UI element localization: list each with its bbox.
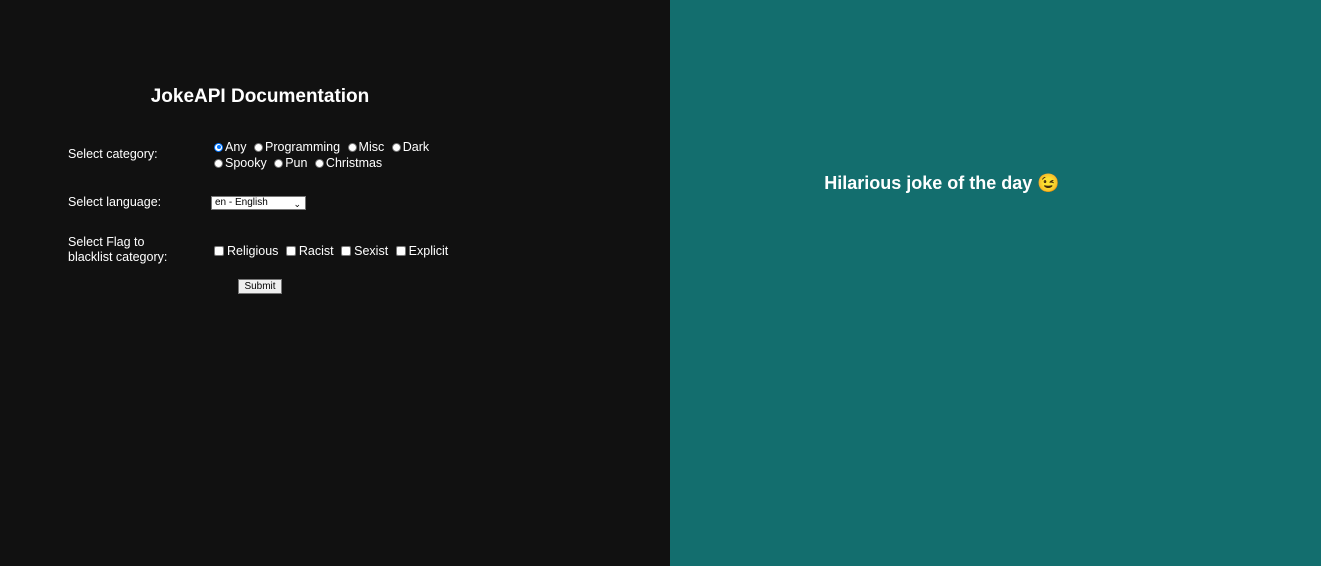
- language-label: Select language:: [68, 195, 162, 209]
- category-option-programming[interactable]: Programming: [254, 139, 340, 155]
- radio-misc[interactable]: [347, 142, 357, 152]
- radio-christmas[interactable]: [314, 158, 324, 168]
- language-select[interactable]: en - English ⌄: [211, 196, 306, 210]
- blacklist-flags-label: Select Flag to blacklist category:: [68, 235, 168, 264]
- category-label: Select category:: [68, 147, 158, 161]
- checkbox-label: Religious: [227, 244, 279, 258]
- flag-option-racist[interactable]: Racist: [285, 243, 334, 259]
- checkbox-label: Racist: [298, 244, 334, 258]
- page-title: JokeAPI Documentation: [150, 86, 370, 107]
- checkbox-religious[interactable]: [214, 246, 224, 256]
- radio-label: Misc: [358, 140, 385, 154]
- joke-panel: Hilarious joke of the day 😉: [670, 0, 1321, 566]
- radio-label: Programming: [265, 140, 341, 154]
- category-option-spooky[interactable]: Spooky: [214, 155, 267, 171]
- submit-button[interactable]: Submit: [238, 279, 282, 294]
- flag-option-religious[interactable]: Religious: [214, 243, 278, 259]
- chevron-down-icon: ⌄: [293, 199, 301, 209]
- checkbox-label: Explicit: [408, 244, 449, 258]
- radio-dark[interactable]: [391, 142, 401, 152]
- checkbox-racist[interactable]: [285, 246, 296, 256]
- checkbox-sexist[interactable]: [341, 246, 352, 256]
- form-panel: JokeAPI Documentation Select category: A…: [0, 0, 670, 566]
- category-option-pun[interactable]: Pun: [274, 155, 307, 171]
- category-option-dark[interactable]: Dark: [391, 139, 430, 155]
- radio-label: Dark: [402, 140, 430, 154]
- radio-label: Christmas: [325, 156, 383, 170]
- flag-option-explicit[interactable]: Explicit: [395, 243, 449, 259]
- flag-option-sexist[interactable]: Sexist: [341, 243, 388, 259]
- radio-spooky[interactable]: [214, 158, 223, 168]
- category-option-christmas[interactable]: Christmas: [314, 155, 383, 171]
- joke-heading: Hilarious joke of the day 😉: [824, 173, 1060, 193]
- checkbox-label: Sexist: [354, 244, 389, 258]
- blacklist-flags-group: Religious Racist Sexist Explicit: [214, 243, 452, 260]
- category-radio-group: Any Programming Misc Dark Spooky Pun Chr…: [214, 139, 464, 171]
- radio-any[interactable]: [214, 142, 223, 152]
- checkbox-explicit[interactable]: [395, 246, 406, 256]
- radio-label: Any: [225, 140, 247, 154]
- category-option-any[interactable]: Any: [214, 139, 247, 155]
- page: JokeAPI Documentation Select category: A…: [0, 0, 1321, 566]
- radio-label: Spooky: [225, 156, 267, 170]
- radio-label: Pun: [285, 156, 308, 170]
- language-selected-value: en - English: [215, 197, 268, 208]
- category-option-misc[interactable]: Misc: [347, 139, 385, 155]
- radio-pun[interactable]: [274, 158, 284, 168]
- radio-programming[interactable]: [254, 142, 264, 152]
